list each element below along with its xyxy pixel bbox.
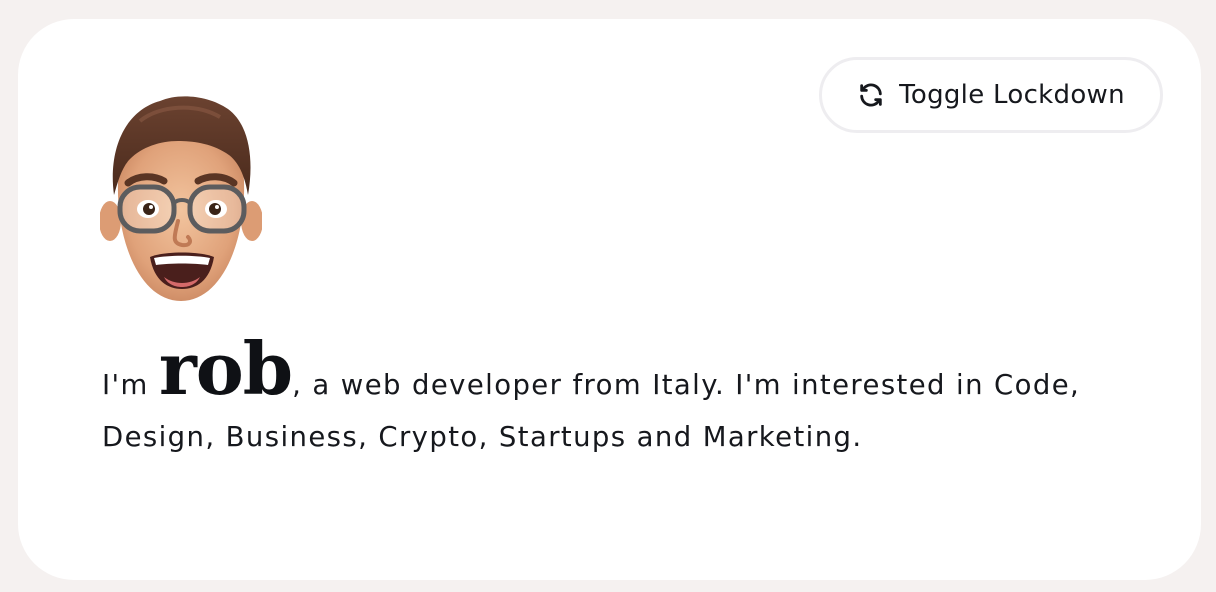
memoji-avatar bbox=[99, 91, 263, 305]
toggle-lockdown-label: Toggle Lockdown bbox=[899, 80, 1125, 110]
toggle-lockdown-button[interactable]: Toggle Lockdown bbox=[819, 57, 1163, 133]
intro-text: I'm rob, a web developer from Italy. I'm… bbox=[102, 333, 1162, 463]
intro-prefix: I'm bbox=[102, 369, 159, 401]
refresh-icon bbox=[857, 81, 885, 109]
intro-card: Toggle Lockdown I'm rob, a web developer… bbox=[18, 19, 1201, 580]
author-name: rob bbox=[158, 326, 293, 411]
